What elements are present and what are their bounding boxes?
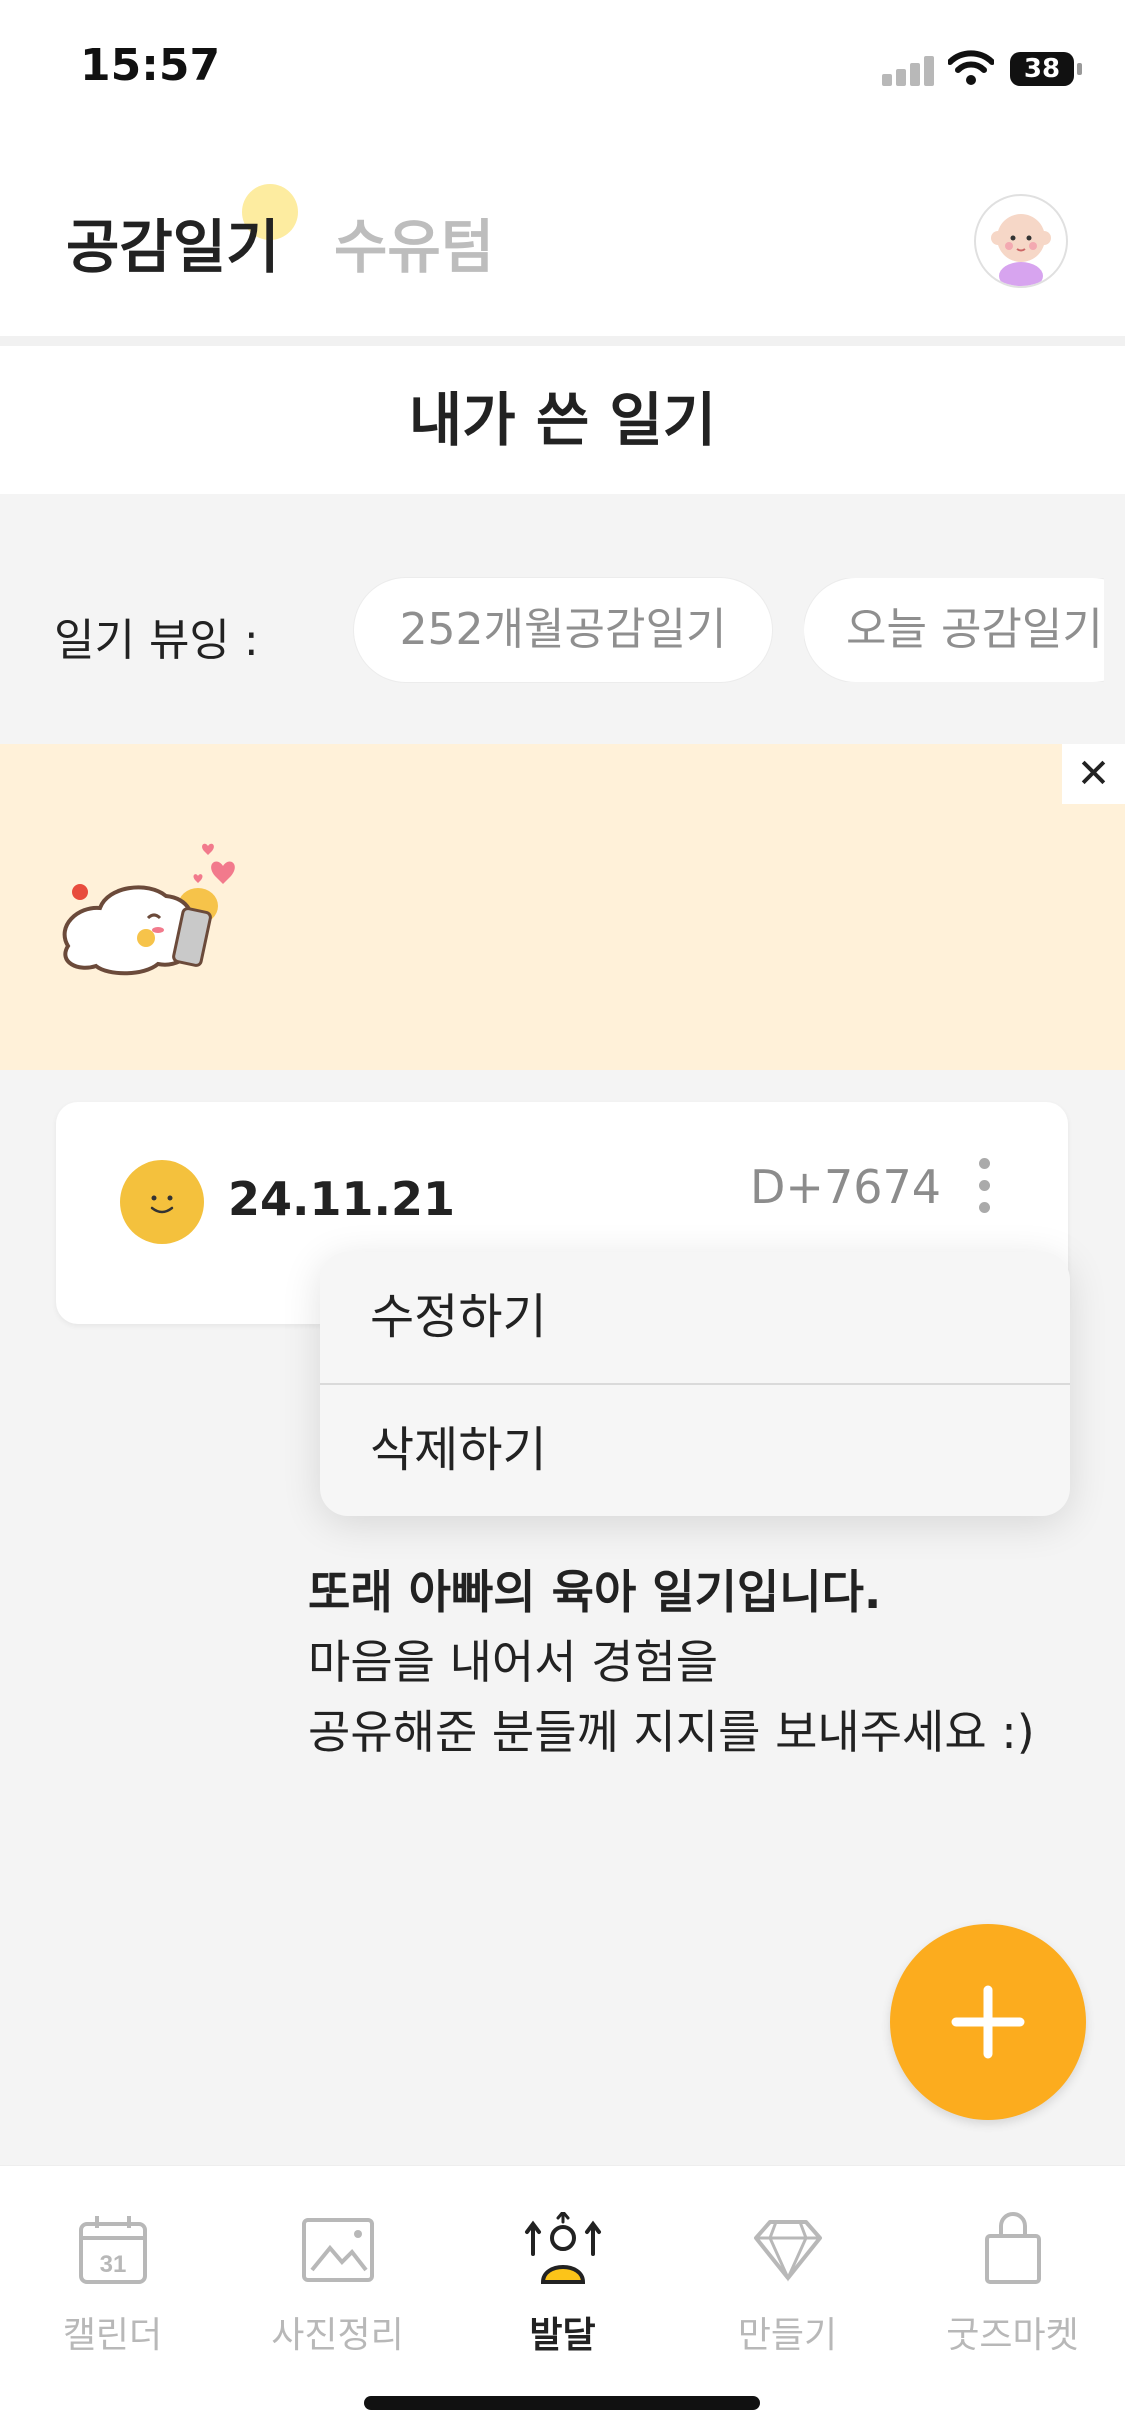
banner-text-line-3: 공유해준 분들께 지지를 보내주세요 :) — [308, 1705, 1035, 1759]
profile-avatar[interactable] — [974, 194, 1068, 288]
sheep-mascot-illustration — [62, 843, 235, 976]
banner-text-line-2: 마음을 내어서 경험을 — [308, 1635, 719, 1689]
shopping-bag-icon — [984, 2212, 1041, 2284]
tab-calendar-label: 캘린더 — [62, 2315, 163, 2356]
photo-icon — [301, 2218, 374, 2282]
tab-feeding-interval[interactable]: 수유텀 — [334, 200, 494, 284]
diary-dday: D+7674 — [750, 1160, 942, 1214]
tab-empathy-diary[interactable]: 공감일기 — [66, 200, 279, 284]
menu-item-edit[interactable]: 수정하기 — [320, 1252, 1070, 1383]
header-divider — [0, 336, 1125, 346]
wifi-icon — [948, 50, 994, 85]
filter-chip-today[interactable]: 오늘 공감일기 — [804, 578, 1104, 682]
baby-avatar-icon — [991, 214, 1051, 286]
tab-calendar[interactable]: 31 캘린더 — [0, 2212, 225, 2358]
tab-make-label: 만들기 — [737, 2315, 838, 2356]
battery-icon: 38 — [1010, 52, 1082, 86]
banner-close-button[interactable]: ✕ — [1062, 744, 1125, 804]
filter-chip-252-months[interactable]: 252개월공감일기 — [354, 578, 772, 682]
tab-photos-label: 사진정리 — [271, 2315, 404, 2356]
filter-chip-clip: 오늘 공감일기 — [804, 578, 1104, 682]
tab-goods-market-label: 굿즈마켓 — [946, 2315, 1079, 2356]
diary-date: 24.11.21 — [228, 1172, 455, 1226]
more-options-icon[interactable] — [974, 1158, 994, 1218]
status-time: 15:57 — [80, 40, 221, 91]
tab-goods-market[interactable]: 굿즈마켓 — [900, 2212, 1125, 2358]
status-bar: 15:57 38 — [0, 0, 1125, 140]
context-menu: 수정하기 삭제하기 — [320, 1252, 1070, 1516]
tab-growth-label: 발달 — [529, 2315, 596, 2356]
tab-photos[interactable]: 사진정리 — [225, 2212, 450, 2358]
banner-title: 또래 아빠의 육아 일기입니다. — [308, 1565, 882, 1619]
info-banner: 또래 아빠의 육아 일기입니다. 마음을 내어서 경험을 공유해준 분들께 지지… — [0, 744, 1125, 1759]
tab-growth[interactable]: 발달 — [450, 2209, 675, 2358]
page-title: 내가 쓴 일기 — [408, 386, 717, 454]
growth-icon — [524, 2209, 601, 2284]
plus-icon — [951, 1985, 1025, 2059]
battery-level: 38 — [1023, 54, 1061, 84]
menu-item-delete[interactable]: 삭제하기 — [320, 1385, 1070, 1516]
app-header: 공감일기 수유텀 — [0, 140, 1125, 336]
cellular-signal-icon — [882, 56, 934, 86]
filter-label: 일기 뷰잉 : — [54, 615, 259, 666]
add-diary-button[interactable] — [890, 1924, 1086, 2120]
calendar-day-text: 31 — [99, 2251, 126, 2278]
diamond-icon — [753, 2220, 822, 2282]
page-title-bar: 내가 쓴 일기 — [0, 346, 1125, 494]
home-indicator[interactable] — [364, 2396, 760, 2410]
tab-make[interactable]: 만들기 — [675, 2212, 900, 2358]
mood-smiley-icon — [120, 1160, 204, 1244]
calendar-icon: 31 — [78, 2216, 147, 2284]
